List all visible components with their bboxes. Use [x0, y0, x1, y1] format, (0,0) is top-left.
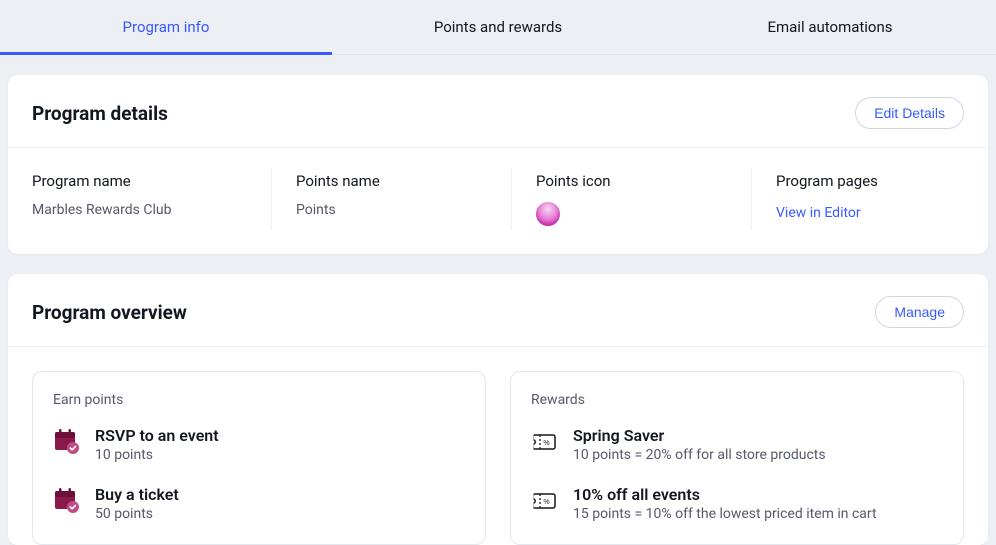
program-pages-cell: Program pages View in Editor [752, 172, 964, 226]
tab-points-rewards[interactable]: Points and rewards [332, 0, 664, 54]
coupon-icon: % [531, 428, 559, 456]
points-name-label: Points name [296, 172, 488, 190]
tab-program-info[interactable]: Program info [0, 0, 332, 54]
earn-item: Buy a ticket 50 points [53, 485, 465, 522]
points-icon-preview [536, 202, 560, 226]
points-icon-label: Points icon [536, 172, 728, 190]
program-name-label: Program name [32, 172, 248, 190]
program-name-cell: Program name Marbles Rewards Club [32, 172, 272, 226]
reward-item-sub: 15 points = 10% off the lowest priced it… [573, 506, 877, 522]
earn-item: RSVP to an event 10 points [53, 426, 465, 463]
earn-points-title: Earn points [53, 392, 465, 408]
program-overview-title: Program overview [32, 301, 187, 324]
program-details-row: Program name Marbles Rewards Club Points… [8, 148, 988, 254]
program-details-title: Program details [32, 102, 168, 125]
reward-item: % 10% off all events 15 points = 10% off… [531, 485, 943, 522]
tabs-bar: Program info Points and rewards Email au… [0, 0, 996, 55]
svg-text:%: % [543, 499, 549, 506]
program-pages-label: Program pages [776, 172, 940, 190]
reward-item-sub: 10 points = 20% off for all store produc… [573, 447, 826, 463]
overview-body: Earn points RSVP to an event [8, 347, 988, 545]
earn-item-sub: 50 points [95, 506, 179, 522]
earn-points-column: Earn points RSVP to an event [32, 371, 486, 545]
edit-details-button[interactable]: Edit Details [855, 97, 964, 129]
reward-item: % Spring Saver 10 points = 20% off for a… [531, 426, 943, 463]
program-overview-card: Program overview Manage Earn points [8, 274, 988, 545]
coupon-icon: % [531, 487, 559, 515]
view-in-editor-link[interactable]: View in Editor [776, 205, 861, 221]
manage-button[interactable]: Manage [875, 296, 964, 328]
points-name-cell: Points name Points [272, 172, 512, 226]
program-name-value: Marbles Rewards Club [32, 202, 248, 218]
tab-email-automations[interactable]: Email automations [664, 0, 996, 54]
calendar-check-icon [53, 428, 81, 456]
calendar-check-icon [53, 487, 81, 515]
earn-item-title: RSVP to an event [95, 426, 219, 445]
points-icon-cell: Points icon [512, 172, 752, 226]
rewards-column: Rewards % Spring Saver [510, 371, 964, 545]
points-name-value: Points [296, 202, 488, 218]
reward-item-title: Spring Saver [573, 426, 826, 445]
reward-item-title: 10% off all events [573, 485, 877, 504]
program-details-card: Program details Edit Details Program nam… [8, 75, 988, 254]
svg-text:%: % [543, 440, 549, 447]
earn-item-sub: 10 points [95, 447, 219, 463]
earn-item-title: Buy a ticket [95, 485, 179, 504]
rewards-title: Rewards [531, 392, 943, 408]
